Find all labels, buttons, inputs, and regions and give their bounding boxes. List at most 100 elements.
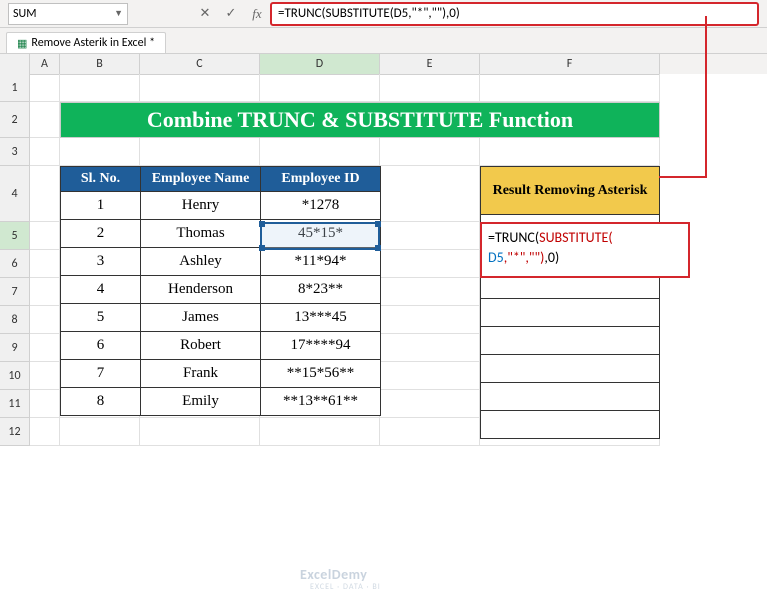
table-cell[interactable]: 7 (61, 360, 141, 388)
row-header[interactable]: 8 (0, 306, 30, 334)
cell[interactable] (30, 138, 60, 166)
cell[interactable] (30, 362, 60, 390)
row-header[interactable]: 12 (0, 418, 30, 446)
cell[interactable] (30, 278, 60, 306)
row-header[interactable]: 2 (0, 102, 30, 138)
table-cell[interactable]: 8*23** (261, 276, 381, 304)
table-cell[interactable]: 6 (61, 332, 141, 360)
cell[interactable] (30, 222, 60, 250)
formula-token: D5 (488, 249, 504, 266)
cancel-formula-button[interactable]: ✕ (196, 6, 214, 22)
table-cell[interactable]: Henderson (141, 276, 261, 304)
select-all-corner[interactable] (0, 54, 30, 75)
column-header[interactable]: F (480, 54, 660, 75)
cell[interactable] (380, 390, 480, 418)
cell[interactable] (380, 418, 480, 446)
table-cell[interactable] (481, 299, 660, 327)
cell[interactable] (30, 418, 60, 446)
row-header[interactable]: 1 (0, 74, 30, 102)
table-cell[interactable] (481, 355, 660, 383)
fx-button[interactable]: fx (248, 6, 266, 22)
cell[interactable] (380, 166, 480, 222)
cell[interactable] (480, 74, 660, 102)
row-header[interactable]: 7 (0, 278, 30, 306)
confirm-formula-button[interactable]: ✓ (222, 6, 240, 22)
column-header[interactable]: C (140, 54, 260, 75)
table-cell[interactable]: Henry (141, 192, 261, 220)
cell[interactable] (30, 334, 60, 362)
column-headers-row: A B C D E F (0, 54, 767, 74)
table-cell[interactable] (481, 327, 660, 355)
table-cell[interactable]: Frank (141, 360, 261, 388)
cell[interactable] (30, 74, 60, 102)
table-row: 6Robert17****94 (61, 332, 381, 360)
cell[interactable] (380, 222, 480, 250)
table-cell[interactable]: 13***45 (261, 304, 381, 332)
table-cell[interactable]: Thomas (141, 220, 261, 248)
formula-input[interactable]: =TRUNC(SUBSTITUTE(D5,"*",""),0) ← (270, 2, 759, 26)
row-header[interactable]: 10 (0, 362, 30, 390)
row-header[interactable]: 11 (0, 390, 30, 418)
table-cell[interactable]: **15*56** (261, 360, 381, 388)
selection-handle[interactable] (259, 221, 265, 227)
cell[interactable] (140, 138, 260, 166)
cell[interactable] (380, 250, 480, 278)
workbook-tab[interactable]: ▦ Remove Asterik in Excel * (6, 32, 166, 53)
cell[interactable] (260, 418, 380, 446)
name-box[interactable]: SUM ▼ (8, 3, 128, 25)
cell[interactable] (140, 418, 260, 446)
table-cell[interactable]: *1278 (261, 192, 381, 220)
cell[interactable] (60, 74, 140, 102)
cell[interactable] (60, 418, 140, 446)
table-cell[interactable]: 4 (61, 276, 141, 304)
cell[interactable] (260, 138, 380, 166)
formula-token: ,0) (544, 249, 559, 266)
active-cell-formula[interactable]: =TRUNC(SUBSTITUTE(D5,"*",""),0) (480, 222, 690, 278)
table-cell[interactable] (481, 383, 660, 411)
title-banner: Combine TRUNC & SUBSTITUTE Function (60, 102, 660, 138)
table-cell[interactable]: 3 (61, 248, 141, 276)
column-header[interactable]: A (30, 54, 60, 75)
selection-handle[interactable] (259, 245, 265, 251)
table-cell[interactable]: 8 (61, 388, 141, 416)
selection-handle[interactable] (375, 221, 381, 227)
row-header[interactable]: 9 (0, 334, 30, 362)
cell[interactable] (480, 138, 660, 166)
chevron-down-icon[interactable]: ▼ (114, 8, 123, 19)
table-cell[interactable]: 2 (61, 220, 141, 248)
table-cell[interactable]: James (141, 304, 261, 332)
employee-table: Sl. No. Employee Name Employee ID 1Henry… (60, 166, 381, 416)
cell[interactable] (380, 306, 480, 334)
cell[interactable] (30, 390, 60, 418)
cell[interactable] (380, 74, 480, 102)
column-header[interactable]: D (260, 54, 380, 75)
table-cell[interactable]: Robert (141, 332, 261, 360)
cell[interactable] (30, 166, 60, 222)
row-header[interactable]: 4 (0, 166, 30, 222)
cell[interactable] (260, 74, 380, 102)
cell[interactable] (380, 138, 480, 166)
table-cell[interactable] (481, 411, 660, 439)
selection-handle[interactable] (375, 245, 381, 251)
table-cell[interactable]: *11*94* (261, 248, 381, 276)
row-header[interactable]: 3 (0, 138, 30, 166)
formula-token: =TRUNC( (488, 229, 539, 246)
cell[interactable] (30, 306, 60, 334)
cell[interactable] (30, 250, 60, 278)
table-cell[interactable]: Ashley (141, 248, 261, 276)
table-cell[interactable]: 17****94 (261, 332, 381, 360)
cell[interactable] (380, 334, 480, 362)
table-cell[interactable]: 5 (61, 304, 141, 332)
table-cell[interactable]: Emily (141, 388, 261, 416)
row-header[interactable]: 5 (0, 222, 30, 250)
cell[interactable] (380, 278, 480, 306)
cell[interactable] (60, 138, 140, 166)
column-header[interactable]: B (60, 54, 140, 75)
cell[interactable] (380, 362, 480, 390)
table-cell[interactable]: **13**61** (261, 388, 381, 416)
cell[interactable] (140, 74, 260, 102)
column-header[interactable]: E (380, 54, 480, 75)
row-header[interactable]: 6 (0, 250, 30, 278)
table-cell[interactable]: 1 (61, 192, 141, 220)
cell[interactable] (30, 102, 60, 138)
